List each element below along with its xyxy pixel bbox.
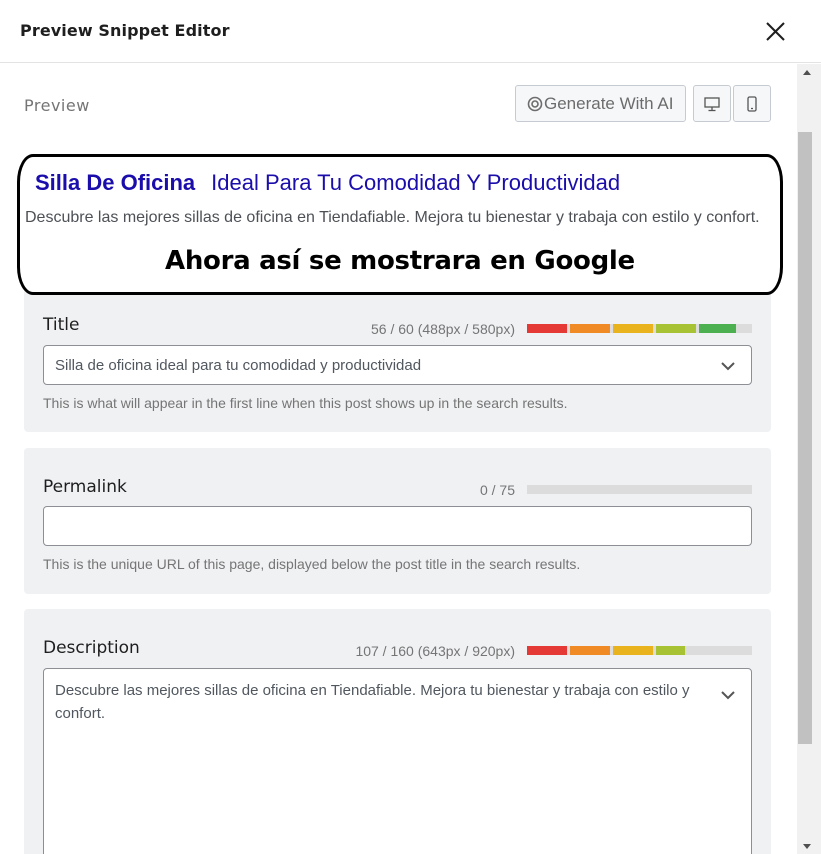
snippet-title-rest: Ideal Para Tu Comodidad Y Productividad	[211, 170, 621, 195]
meter-segment	[613, 324, 653, 333]
meter-segment	[656, 324, 696, 333]
permalink-field-label: Permalink	[43, 477, 127, 497]
meter-segment	[570, 646, 610, 655]
desktop-icon	[704, 96, 720, 111]
ai-swirl-icon	[527, 96, 543, 111]
title-field-label: Title	[43, 315, 80, 335]
title-input[interactable]: Silla de oficina ideal para tu comodidad…	[43, 345, 752, 385]
snippet-annotation: Ahora así se mostrara en Google	[165, 246, 635, 276]
description-textarea[interactable]: Descubre las mejores sillas de oficina e…	[43, 668, 752, 854]
meter-segment	[656, 646, 685, 655]
modal-title: Preview Snippet Editor	[20, 21, 230, 40]
close-button[interactable]	[760, 17, 790, 47]
meter-segment	[570, 324, 610, 333]
chevron-down-icon[interactable]	[721, 362, 735, 371]
title-input-value: Silla de oficina ideal para tu comodidad…	[55, 357, 422, 374]
description-char-counter: 107 / 160 (643px / 920px)	[355, 643, 515, 659]
mobile-preview-button[interactable]	[733, 85, 771, 122]
meter-segment	[699, 324, 736, 333]
vertical-scrollbar[interactable]	[797, 64, 821, 854]
chevron-down-icon[interactable]	[721, 691, 735, 700]
permalink-field-card: Permalink 0 / 75 This is the unique URL …	[24, 448, 771, 594]
close-icon	[766, 22, 785, 41]
title-help-text: This is what will appear in the first li…	[43, 395, 568, 411]
description-field-card: Description 107 / 160 (643px / 920px) De…	[24, 609, 771, 854]
scroll-down-arrow-icon[interactable]	[803, 844, 811, 849]
title-length-meter	[527, 324, 752, 333]
description-length-meter	[527, 646, 752, 655]
permalink-char-counter: 0 / 75	[479, 482, 515, 498]
modal-body: Preview Generate With AI Title 56 / 60 (…	[0, 64, 796, 854]
scrollbar-thumb[interactable]	[798, 132, 812, 744]
meter-segment	[527, 646, 567, 655]
preview-label: Preview	[24, 96, 90, 115]
mobile-icon	[747, 95, 757, 112]
permalink-help-text: This is the unique URL of this page, dis…	[43, 556, 581, 572]
generate-with-ai-label: Generate With AI	[544, 93, 674, 113]
modal-header: Preview Snippet Editor	[0, 0, 821, 63]
permalink-input[interactable]	[43, 506, 752, 546]
meter-segment	[613, 646, 653, 655]
title-char-counter: 56 / 60 (488px / 580px)	[371, 321, 515, 337]
scroll-up-arrow-icon[interactable]	[803, 70, 811, 75]
meter-segment	[527, 324, 567, 333]
permalink-length-meter	[527, 485, 752, 494]
google-snippet-preview: Silla De Oficina Ideal Para Tu Comodidad …	[17, 154, 783, 295]
snippet-title: Silla De Oficina Ideal Para Tu Comodidad …	[35, 170, 620, 196]
snippet-description: Descubre las mejores sillas de oficina e…	[25, 209, 760, 226]
description-field-label: Description	[43, 638, 140, 658]
snippet-title-bold: Silla De Oficina	[35, 170, 196, 195]
desktop-preview-button[interactable]	[693, 85, 731, 122]
description-textarea-value: Descubre las mejores sillas de oficina e…	[55, 682, 690, 722]
generate-with-ai-button[interactable]: Generate With AI	[515, 85, 686, 122]
